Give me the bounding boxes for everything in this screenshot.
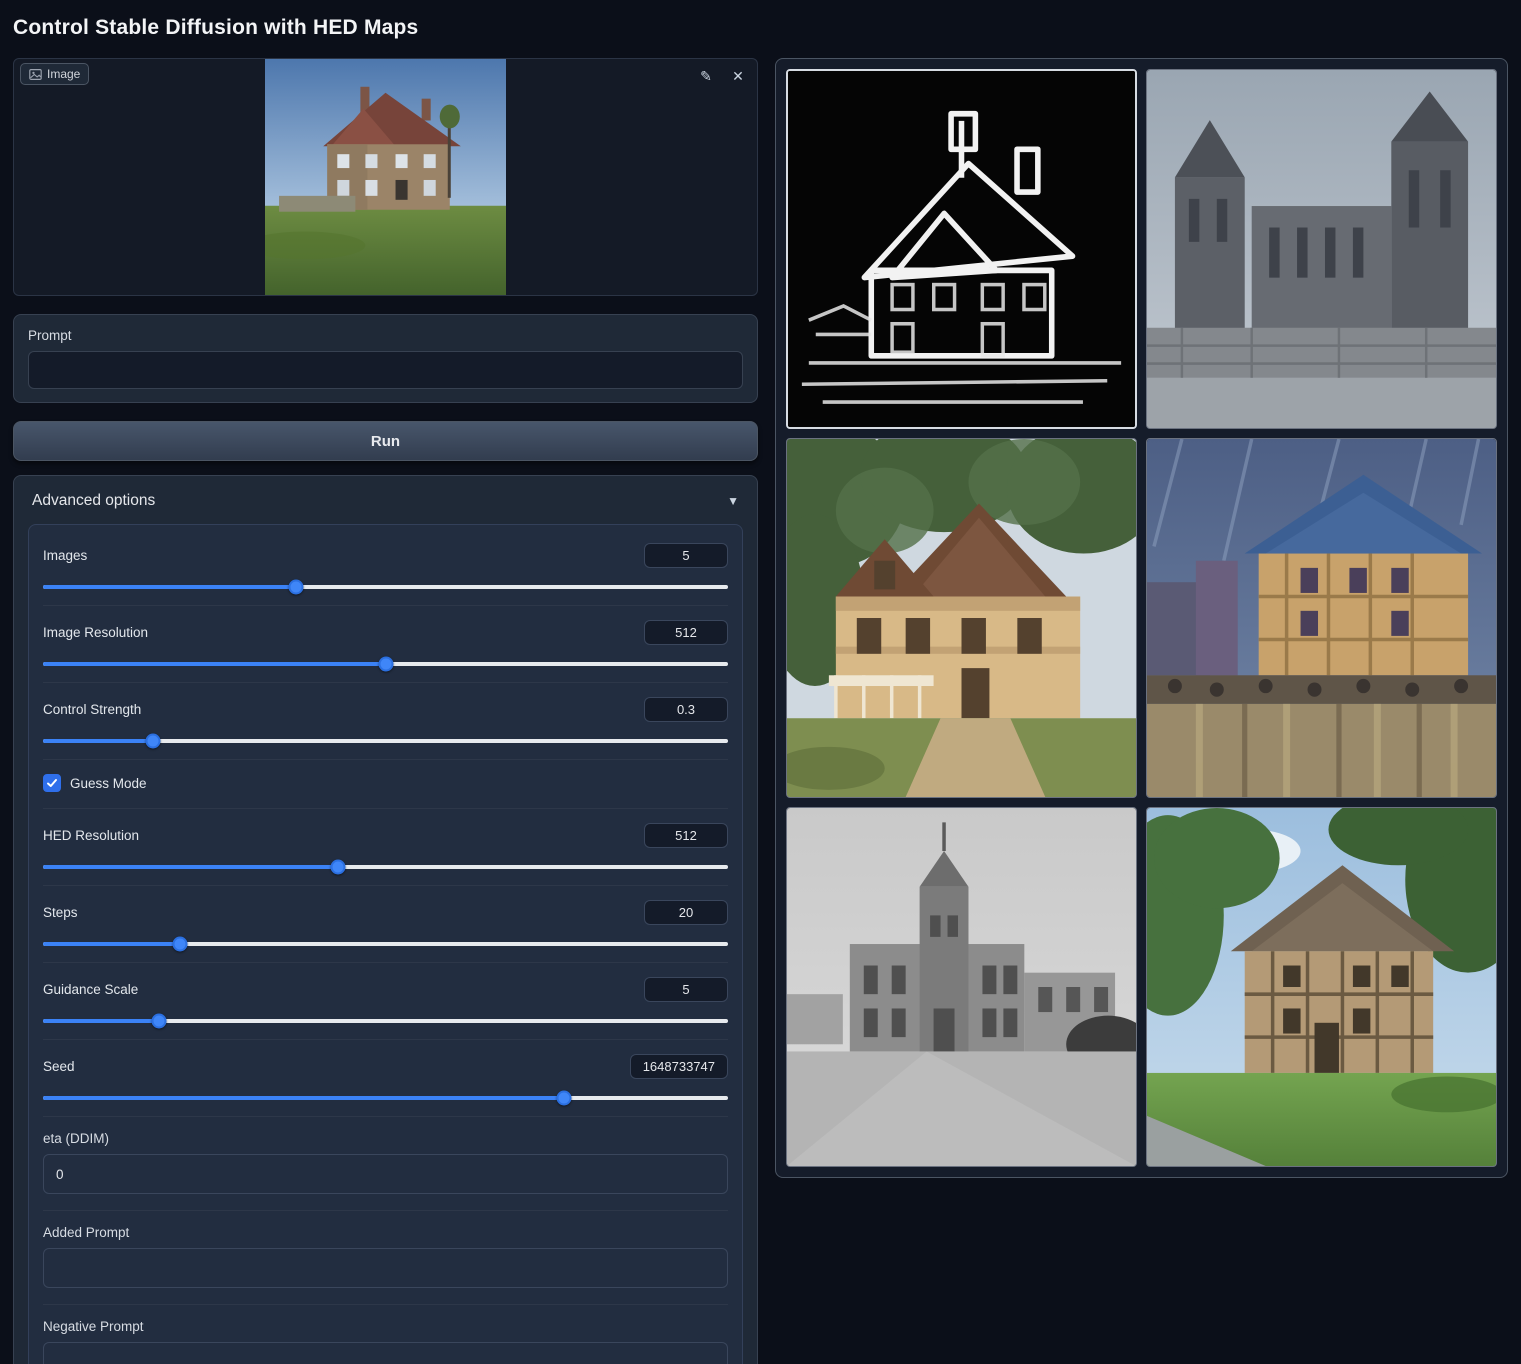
negative-prompt-block: Negative Prompt: [43, 1305, 728, 1364]
eta-block: eta (DDIM): [43, 1117, 728, 1211]
control-strength-slider-thumb[interactable]: [145, 734, 160, 749]
seed-slider-label: Seed: [43, 1059, 75, 1074]
image-chip: Image: [20, 63, 89, 85]
prompt-label: Prompt: [28, 328, 743, 343]
cathedral-image: [1147, 70, 1496, 428]
prompt-panel: Prompt: [13, 314, 758, 403]
guidance-scale-slider-label: Guidance Scale: [43, 982, 138, 997]
seed-slider-block: Seed 1648733747: [43, 1040, 728, 1117]
image-resolution-slider-block: Image Resolution 512: [43, 606, 728, 683]
page: Control Stable Diffusion with HED Maps I…: [0, 0, 1521, 1364]
guidance-scale-slider[interactable]: [43, 1019, 728, 1023]
image-upload-panel[interactable]: Image ✎ ✕: [13, 58, 758, 296]
control-strength-slider[interactable]: [43, 739, 728, 743]
steps-slider-block: Steps 20: [43, 886, 728, 963]
gallery-item-victorian-house[interactable]: [786, 438, 1137, 798]
page-title: Control Stable Diffusion with HED Maps: [13, 16, 1508, 40]
edit-image-icon[interactable]: ✎: [695, 65, 717, 87]
image-chip-label: Image: [47, 67, 80, 81]
control-strength-value-box[interactable]: 0.3: [644, 697, 728, 722]
seed-slider[interactable]: [43, 1096, 728, 1100]
images-slider-thumb[interactable]: [289, 580, 304, 595]
steps-slider[interactable]: [43, 942, 728, 946]
control-strength-slider-label: Control Strength: [43, 702, 141, 717]
gallery-item-rainy-painting[interactable]: [1146, 438, 1497, 798]
rainy-painting-image: [1147, 439, 1496, 797]
victorian-house-image: [787, 439, 1136, 797]
gallery-item-bw-building[interactable]: [786, 807, 1137, 1167]
timber-house-image: [1147, 808, 1496, 1166]
added-prompt-label: Added Prompt: [43, 1225, 728, 1240]
bw-building-image: [787, 808, 1136, 1166]
guess-mode-checkbox[interactable]: [43, 774, 61, 792]
images-value-box[interactable]: 5: [644, 543, 728, 568]
seed-slider-thumb[interactable]: [556, 1091, 571, 1106]
image-resolution-slider-label: Image Resolution: [43, 625, 148, 640]
gallery-item-cathedral[interactable]: [1146, 69, 1497, 429]
eta-label: eta (DDIM): [43, 1131, 728, 1146]
run-button[interactable]: Run: [13, 421, 758, 461]
guidance-scale-slider-block: Guidance Scale 5: [43, 963, 728, 1040]
hed-resolution-value-box[interactable]: 512: [644, 823, 728, 848]
hed-resolution-slider[interactable]: [43, 865, 728, 869]
advanced-options-title: Advanced options: [32, 492, 155, 510]
controls-column: Image ✎ ✕: [13, 58, 758, 1364]
advanced-options-body: Images 5 Image Resolution 512: [28, 524, 743, 1364]
advanced-options-header[interactable]: Advanced options ▼: [28, 490, 743, 524]
added-prompt-input[interactable]: [43, 1248, 728, 1288]
eta-input[interactable]: [43, 1154, 728, 1194]
results-column: [775, 58, 1508, 1178]
added-prompt-block: Added Prompt: [43, 1211, 728, 1305]
negative-prompt-label: Negative Prompt: [43, 1319, 728, 1334]
hed-map-image: [788, 71, 1135, 427]
image-icon: [29, 68, 42, 81]
check-icon: [46, 777, 58, 789]
steps-slider-label: Steps: [43, 905, 78, 920]
images-slider[interactable]: [43, 585, 728, 589]
guidance-scale-slider-thumb[interactable]: [152, 1014, 167, 1029]
hed-resolution-slider-thumb[interactable]: [330, 860, 345, 875]
steps-slider-thumb[interactable]: [173, 937, 188, 952]
image-resolution-slider-thumb[interactable]: [378, 657, 393, 672]
clear-image-icon[interactable]: ✕: [727, 65, 749, 87]
seed-value-box[interactable]: 1648733747: [630, 1054, 728, 1079]
gallery-item-timber-house[interactable]: [1146, 807, 1497, 1167]
prompt-input[interactable]: [28, 351, 743, 389]
guess-mode-label: Guess Mode: [70, 776, 147, 791]
guess-mode-block: Guess Mode: [43, 760, 728, 809]
negative-prompt-input[interactable]: [43, 1342, 728, 1364]
accordion-collapse-icon: ▼: [727, 494, 739, 508]
main-layout: Image ✎ ✕: [13, 58, 1508, 1364]
images-slider-block: Images 5: [43, 529, 728, 606]
image-tools: ✎ ✕: [695, 65, 749, 87]
uploaded-house-photo: [265, 59, 506, 295]
image-resolution-slider[interactable]: [43, 662, 728, 666]
output-gallery: [775, 58, 1508, 1178]
guess-mode-row[interactable]: Guess Mode: [43, 774, 728, 792]
hed-resolution-slider-label: HED Resolution: [43, 828, 139, 843]
control-strength-slider-block: Control Strength 0.3: [43, 683, 728, 760]
hed-resolution-slider-block: HED Resolution 512: [43, 809, 728, 886]
steps-value-box[interactable]: 20: [644, 900, 728, 925]
image-resolution-value-box[interactable]: 512: [644, 620, 728, 645]
advanced-options-panel: Advanced options ▼ Images 5: [13, 475, 758, 1364]
gallery-item-hed-map[interactable]: [786, 69, 1137, 429]
images-slider-label: Images: [43, 548, 87, 563]
guidance-scale-value-box[interactable]: 5: [644, 977, 728, 1002]
run-wrap: Run: [13, 421, 758, 457]
